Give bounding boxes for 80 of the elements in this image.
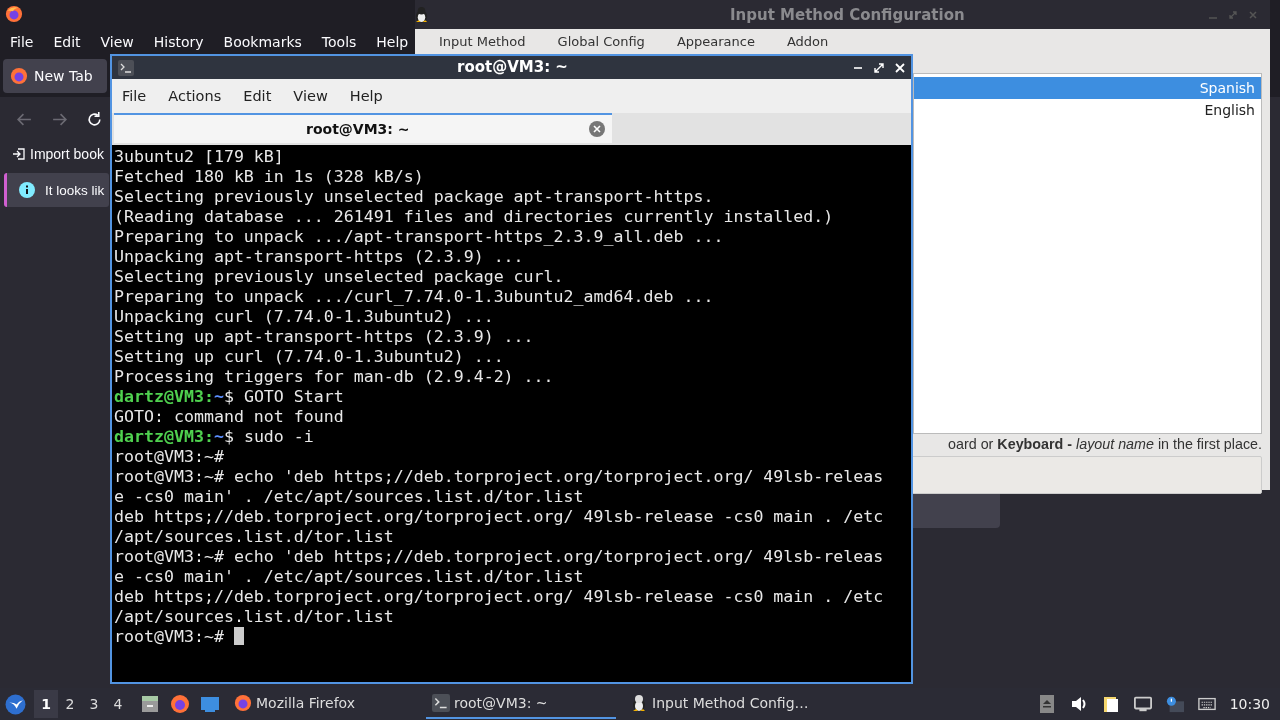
firefox-icon — [234, 694, 252, 712]
prompt-path: ~ — [213, 427, 224, 446]
volume-icon[interactable] — [1069, 695, 1088, 713]
taskbar-button[interactable]: Input Method Config… — [624, 689, 814, 719]
desktop-icon[interactable] — [200, 694, 220, 714]
workspace-button[interactable]: 3 — [82, 690, 106, 718]
output-line: root@VM3:~# echo 'deb https;//deb.torproject.org/torproject.org/ 49lsb-releas — [114, 547, 884, 566]
file-cabinet-icon[interactable] — [140, 694, 160, 714]
tab[interactable]: Global Config — [557, 34, 645, 54]
info-icon — [19, 182, 35, 198]
firefox-icon — [10, 67, 28, 85]
reload-icon[interactable] — [86, 110, 103, 128]
menu-item[interactable]: Actions — [168, 88, 222, 104]
output-line: GOTO: command not found — [114, 407, 344, 426]
browser-tab[interactable]: New Tab — [3, 59, 107, 93]
menu-item[interactable]: Help — [376, 33, 409, 50]
output-line: deb https;//deb.torproject.org/torproject.org/ 49lsb-release -cs0 main . /etc — [114, 507, 884, 526]
output-line: Processing triggers for man-db (2.9.4-2) ... — [114, 367, 554, 386]
menu-item[interactable]: View — [293, 88, 328, 104]
list-item[interactable]: English — [914, 99, 1261, 121]
output-line: deb https;//deb.torproject.org/torproject.org/ 49lsb-release -cs0 main . /etc — [114, 587, 884, 606]
prompt-text: root@VM3:~# — [114, 627, 224, 646]
tab[interactable]: Appearance — [676, 34, 755, 54]
window-title: root@VM3: ~ — [457, 58, 568, 76]
eject-icon[interactable] — [1037, 695, 1056, 713]
menu-item[interactable]: Bookmarks — [223, 33, 302, 50]
cursor — [233, 627, 244, 645]
penguin-icon — [414, 6, 429, 23]
output-line: Preparing to unpack .../curl_7.74.0-1.3ubuntu2_amd64.deb ... — [114, 287, 714, 306]
output-line: 3ubuntu2 [179 kB] — [114, 147, 284, 166]
penguin-icon — [630, 694, 648, 712]
output-line: Preparing to unpack .../apt-transport-https_2.3.9_all.deb ... — [114, 227, 724, 246]
terminal-icon — [432, 694, 450, 712]
output-line: Unpacking curl (7.74.0-1.3ubuntu2) ... — [114, 307, 494, 326]
output-line: Unpacking apt-transport-https (2.3.9) ... — [114, 247, 524, 266]
output-line: Selecting previously unselected package curl. — [114, 267, 564, 286]
menu-item[interactable]: View — [100, 33, 134, 50]
output-line: /apt/sources.list.d/tor.list — [114, 607, 394, 626]
clipboard-icon[interactable] — [1101, 695, 1120, 713]
window-title: Input Method Configuration — [730, 6, 965, 24]
menu-item[interactable]: History — [153, 33, 204, 50]
firefox-icon[interactable] — [5, 5, 23, 23]
output-line: e -cs0 main' . /etc/apt/sources.list.d/tor.list — [114, 487, 584, 506]
prompt-user: dartz@VM3: — [114, 387, 214, 406]
workspace-button[interactable]: 1 — [34, 690, 58, 718]
output-line: e -cs0 main' . /etc/apt/sources.list.d/tor.list — [114, 567, 584, 586]
menu-item[interactable]: Tools — [321, 33, 357, 50]
firefox-icon[interactable] — [170, 694, 190, 714]
import-icon — [12, 147, 26, 161]
clock[interactable]: 10:30 — [1229, 696, 1270, 712]
menu-item[interactable]: File — [10, 33, 34, 50]
prompt-user: dartz@VM3: — [114, 427, 214, 446]
menu-item[interactable]: Edit — [53, 33, 81, 50]
taskbar-button[interactable]: root@VM3: ~ — [426, 689, 616, 719]
tab[interactable]: Addon — [786, 34, 829, 54]
menu-item[interactable]: File — [122, 88, 147, 104]
command-text: $ GOTO Start — [223, 387, 344, 406]
tab[interactable]: Input Method — [439, 34, 526, 54]
workspace-button[interactable]: 4 — [106, 690, 130, 718]
notification-icon[interactable] — [1165, 695, 1184, 713]
output-line: Setting up apt-transport-https (2.3.9) ... — [114, 327, 534, 346]
menu-item[interactable]: Edit — [243, 88, 272, 104]
workspace-button[interactable]: 2 — [58, 690, 82, 718]
keyboard-icon[interactable] — [1197, 695, 1216, 713]
terminal-tab[interactable]: root@VM3: ~ — [114, 113, 612, 143]
terminal-icon — [118, 59, 134, 76]
output-line: Fetched 180 kB in 1s (328 kB/s) — [114, 167, 424, 186]
output-line: root@VM3:~# — [114, 447, 224, 466]
taskbar-button[interactable]: Mozilla Firefox — [228, 689, 418, 719]
output-line: root@VM3:~# echo 'deb https;//deb.torproject.org/torproject.org/ 49lsb-releas — [114, 467, 884, 486]
prompt-path: ~ — [213, 387, 224, 406]
hint-text: oard or Keyboard - layout name in the first place. — [948, 436, 1262, 452]
output-line: Selecting previously unselected package apt-transport-https. — [114, 187, 714, 206]
output-line: /apt/sources.list.d/tor.list — [114, 527, 394, 546]
output-line: (Reading database ... 261491 files and directories currently installed.) — [114, 207, 834, 226]
output-line: Setting up curl (7.74.0-1.3ubuntu2) ... — [114, 347, 504, 366]
menu-item[interactable]: Help — [349, 88, 383, 104]
bookmark-link[interactable]: Import book — [30, 146, 104, 162]
notification-text: It looks lik — [45, 182, 105, 198]
command-text: $ sudo -i — [223, 427, 314, 446]
